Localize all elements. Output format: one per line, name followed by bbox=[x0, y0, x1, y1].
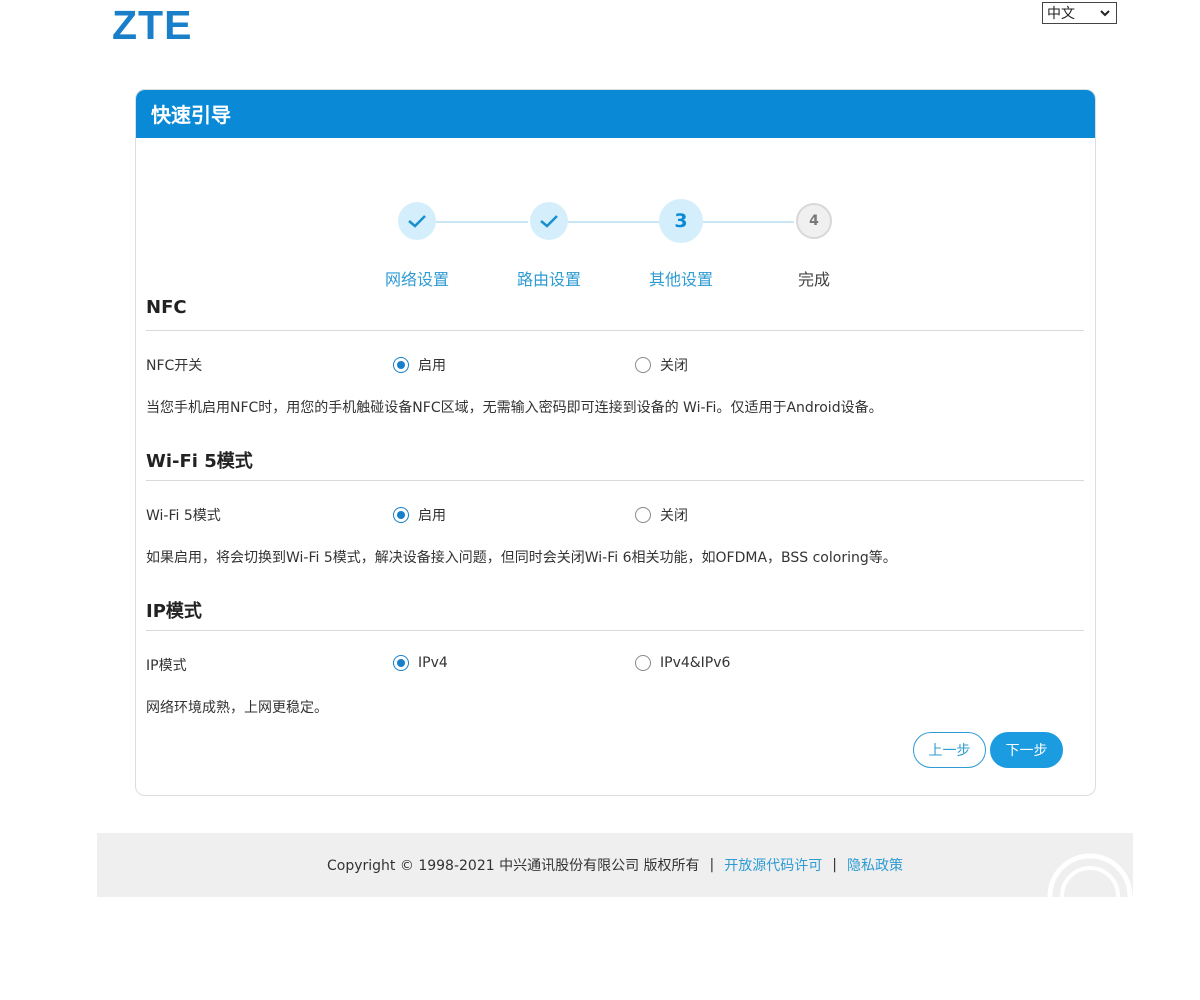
wifi5-disable-option[interactable]: 关闭 bbox=[635, 505, 688, 525]
radio-button[interactable] bbox=[393, 655, 409, 671]
step-3-number: 3 bbox=[674, 210, 688, 232]
section-divider bbox=[146, 330, 1084, 331]
open-source-license-link[interactable]: 开放源代码许可 bbox=[724, 855, 822, 875]
step-1-label: 网络设置 bbox=[384, 270, 449, 289]
quick-guide-card: 快速引导 3 4 网络设置 路由设置 其他设置 完成 NFC NFC开关 启用 bbox=[135, 89, 1096, 796]
next-button[interactable]: 下一步 bbox=[990, 732, 1063, 768]
nfc-enable-label: 启用 bbox=[418, 358, 446, 374]
check-icon bbox=[540, 215, 558, 228]
step-1-indicator bbox=[398, 202, 436, 240]
card-title: 快速引导 bbox=[136, 90, 1095, 138]
footer-separator: | bbox=[709, 857, 715, 873]
wifi5-enable-label: 启用 bbox=[418, 508, 446, 524]
nfc-switch-label: NFC开关 bbox=[146, 358, 203, 374]
wizard-stepper: 3 4 网络设置 路由设置 其他设置 完成 bbox=[136, 199, 1095, 289]
ipv4-ipv6-label: IPv4&IPv6 bbox=[660, 655, 731, 671]
chevron-down-icon bbox=[1100, 10, 1110, 17]
watermark-icon bbox=[1047, 853, 1133, 897]
nfc-enable-option[interactable]: 启用 bbox=[393, 355, 446, 375]
wifi5-enable-option[interactable]: 启用 bbox=[393, 505, 446, 525]
check-icon bbox=[408, 215, 426, 228]
step-3-indicator: 3 bbox=[659, 199, 703, 243]
nfc-disable-option[interactable]: 关闭 bbox=[635, 355, 688, 375]
step-4-number: 4 bbox=[809, 213, 819, 229]
radio-button[interactable] bbox=[635, 507, 651, 523]
language-select[interactable]: 中文 bbox=[1042, 2, 1117, 24]
step-4-label: 完成 bbox=[797, 270, 830, 289]
wifi5-mode-label: Wi-Fi 5模式 bbox=[146, 508, 221, 524]
step-2-label: 路由设置 bbox=[516, 270, 581, 289]
ipv4-ipv6-option[interactable]: IPv4&IPv6 bbox=[635, 655, 730, 671]
ip-mode-label: IP模式 bbox=[146, 658, 187, 674]
ip-description: 网络环境成熟，上网更稳定。 bbox=[146, 700, 328, 716]
radio-button[interactable] bbox=[635, 655, 651, 671]
radio-button[interactable] bbox=[635, 357, 651, 373]
ip-section-title: IP模式 bbox=[146, 601, 202, 622]
wifi5-description: 如果启用，将会切换到Wi-Fi 5模式，解决设备接入问题，但同时会关闭Wi-Fi… bbox=[146, 550, 897, 566]
step-2-indicator bbox=[530, 202, 568, 240]
footer: Copyright © 1998-2021 中兴通讯股份有限公司 版权所有 | … bbox=[97, 833, 1133, 897]
language-selected-value: 中文 bbox=[1047, 6, 1075, 22]
ipv4-option[interactable]: IPv4 bbox=[393, 655, 448, 671]
nfc-description: 当您手机启用NFC时，用您的手机触碰设备NFC区域，无需输入密码即可连接到设备的… bbox=[146, 400, 883, 416]
step-4-indicator: 4 bbox=[796, 203, 832, 239]
section-divider bbox=[146, 630, 1084, 631]
privacy-policy-link[interactable]: 隐私政策 bbox=[847, 855, 903, 875]
step-connector bbox=[436, 221, 528, 223]
radio-button[interactable] bbox=[393, 507, 409, 523]
copyright-text: Copyright © 1998-2021 中兴通讯股份有限公司 版权所有 bbox=[327, 858, 700, 874]
step-connector bbox=[702, 221, 794, 223]
wifi5-disable-label: 关闭 bbox=[660, 508, 688, 524]
nfc-disable-label: 关闭 bbox=[660, 358, 688, 374]
step-connector bbox=[568, 221, 660, 223]
section-divider bbox=[146, 480, 1084, 481]
nfc-section-title: NFC bbox=[146, 297, 187, 318]
footer-separator: | bbox=[832, 857, 837, 873]
zte-logo: ZTE bbox=[112, 2, 193, 48]
previous-button[interactable]: 上一步 bbox=[913, 732, 986, 768]
radio-button[interactable] bbox=[393, 357, 409, 373]
wifi5-section-title: Wi-Fi 5模式 bbox=[146, 451, 253, 472]
ipv4-label: IPv4 bbox=[418, 655, 448, 671]
step-3-label: 其他设置 bbox=[648, 270, 713, 289]
